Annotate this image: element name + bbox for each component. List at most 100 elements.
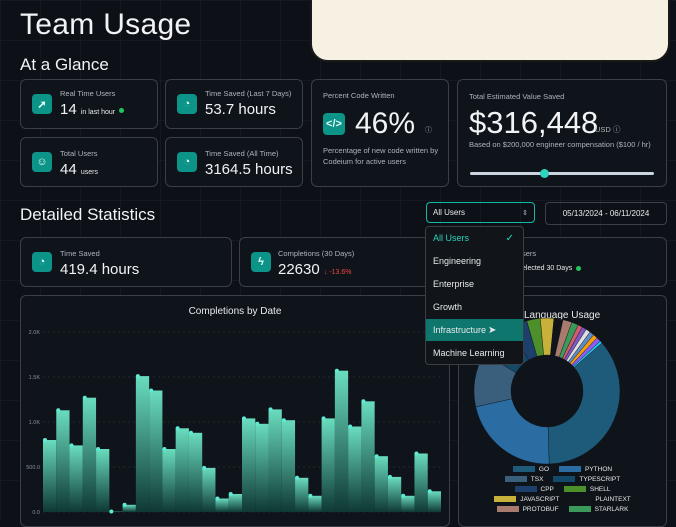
bar <box>375 456 388 512</box>
card-value: 53.7 hours <box>205 101 276 118</box>
bar-point <box>83 396 87 400</box>
info-icon[interactable]: ⓘ <box>613 125 621 134</box>
time-saved-7d-card: ◔ Time Saved (Last 7 Days) 53.7 hours <box>165 79 303 129</box>
bar <box>255 424 268 512</box>
bar <box>176 428 189 512</box>
donut-slice <box>476 399 549 464</box>
card-label: sers <box>522 249 536 258</box>
bar-point <box>43 438 47 442</box>
bar-point <box>136 374 140 378</box>
bar-point <box>295 476 299 480</box>
legend-item: PROTOBUF <box>497 506 559 513</box>
timer-icon: ◔ <box>177 94 197 114</box>
bar <box>295 478 308 512</box>
bar-point <box>269 407 273 411</box>
y-tick-label: 0.0 <box>32 510 40 516</box>
bar-point <box>176 426 180 430</box>
bar <box>149 391 162 513</box>
bar <box>43 440 56 512</box>
completions-chart-card: Completions by Date 2.0K1.5K1.0K500.00.0 <box>20 295 450 527</box>
bar <box>215 499 228 513</box>
bar <box>308 496 321 512</box>
card-value: 22630 ↓ -13.6% <box>278 261 352 278</box>
legend-item: CPP <box>515 486 554 493</box>
donut-slice <box>548 343 620 464</box>
bar-point <box>375 454 379 458</box>
bar-point <box>70 443 74 447</box>
dropdown-option-machine-learning[interactable]: Machine Learning <box>426 342 523 364</box>
bar-point <box>162 447 166 451</box>
legend-item: PYTHON <box>559 466 612 473</box>
dropdown-option-all-users[interactable]: All Users✓ <box>426 227 523 249</box>
bar <box>136 376 149 512</box>
bar <box>70 445 83 512</box>
card-value: 419.4 hours <box>60 261 139 278</box>
page-title: Team Usage <box>20 8 191 42</box>
bar-point <box>428 489 432 493</box>
bar <box>428 491 441 512</box>
bar-point <box>96 447 100 451</box>
bar-point <box>361 399 365 403</box>
card-value: 44 users <box>60 161 98 178</box>
percent-code-card: Percent Code Written </> 46% ⓘ Percentag… <box>311 79 449 187</box>
completions-card: ϟ Completions (30 Days) 22630 ↓ -13.6% <box>239 237 451 287</box>
lightning-icon: ϟ <box>251 252 271 272</box>
bar-point <box>149 389 153 393</box>
date-range-picker[interactable]: 05/13/2024 - 06/11/2024 <box>545 202 667 225</box>
bar-point <box>189 431 193 435</box>
bar-point <box>229 492 233 496</box>
completions-bar-chart: 2.0K 1.5K 1.0K 500.0 0.0 <box>21 296 449 526</box>
bar <box>414 454 427 513</box>
chevron-updown-icon: ⇕ <box>522 209 528 217</box>
rocket-icon: ➚ <box>32 94 52 114</box>
bar <box>242 418 255 512</box>
dropdown-option-growth[interactable]: Growth <box>426 296 523 318</box>
language-legend: GOPYTHONTSXTYPESCRIPTCPPSHELLJAVASCRIPTP… <box>459 466 666 516</box>
bar-point <box>242 416 246 420</box>
compensation-slider-track[interactable] <box>470 172 654 175</box>
bar-point <box>215 497 219 501</box>
bar-point <box>388 475 392 479</box>
card-label: Time Saved (All Time) <box>205 149 279 158</box>
card-label: Time Saved (Last 7 Days) <box>205 89 291 98</box>
bar-point <box>335 369 339 373</box>
value-unit: USD ⓘ <box>595 124 620 135</box>
bar-point <box>308 494 312 498</box>
bar <box>335 371 348 512</box>
value-amount: $316,448 <box>469 105 598 141</box>
value-saved-card: Total Estimated Value Saved $316,448 USD… <box>457 79 667 187</box>
bar-point <box>255 422 259 426</box>
user-group-select[interactable]: All Users⇕ <box>426 202 535 223</box>
info-icon[interactable]: ⓘ <box>425 125 432 135</box>
bar <box>96 449 109 512</box>
real-time-users-card: ➚ Real Time Users 14 in last hour <box>20 79 158 129</box>
y-tick-label: 1.0K <box>29 420 41 426</box>
compensation-slider-thumb[interactable] <box>540 169 549 178</box>
check-icon: ✓ <box>506 233 514 244</box>
card-label: Total Estimated Value Saved <box>469 92 564 101</box>
total-users-card: ☺ Total Users 44 users <box>20 137 158 187</box>
timer-icon: ◔ <box>32 252 52 272</box>
dropdown-option-infrastructure[interactable]: Infrastructure➤ <box>426 319 523 341</box>
legend-item: PLAINTEXT <box>569 496 630 503</box>
bar <box>361 401 374 512</box>
legend-item: STARLARK <box>569 506 629 513</box>
code-icon: </> <box>323 113 345 135</box>
bar <box>388 477 401 512</box>
bar-point <box>109 510 113 514</box>
y-tick-label: 500.0 <box>26 465 40 471</box>
dropdown-option-engineering[interactable]: Engineering <box>426 250 523 272</box>
dropdown-option-enterprise[interactable]: Enterprise <box>426 273 523 295</box>
y-tick-label: 2.0K <box>29 330 41 336</box>
change-badge: ↓ -13.6% <box>324 269 352 276</box>
bar <box>202 468 215 512</box>
card-label: Real Time Users <box>60 89 115 98</box>
card-value: 14 in last hour <box>60 101 124 118</box>
card-label: Completions (30 Days) <box>278 249 354 258</box>
users-icon: ☺ <box>32 152 52 172</box>
legend-item: TYPESCRIPT <box>553 476 620 483</box>
card-label: Percent Code Written <box>323 91 395 100</box>
y-tick-label: 1.5K <box>29 375 41 381</box>
legend-item: SHELL <box>564 486 611 493</box>
card-desc: Percentage of new code written by Codeiu… <box>323 146 445 168</box>
